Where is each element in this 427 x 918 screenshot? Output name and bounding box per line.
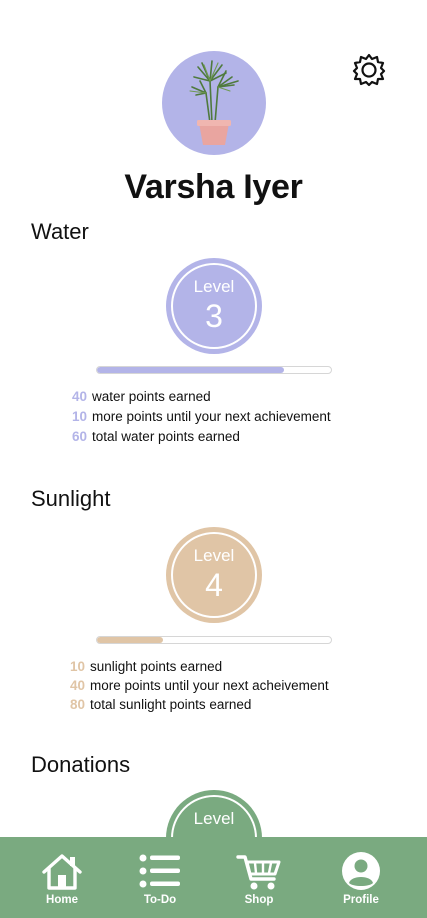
nav-shop-label: Shop [244,894,274,906]
nav-home-label: Home [46,894,78,906]
avatar [162,51,266,155]
water-level-word: Level [193,277,235,296]
water-stat-total: 60 total water points earned [72,429,240,444]
sunlight-stat-total: 80 total sunlight points earned [70,697,252,712]
water-stat-earned: 40 water points earned [72,389,211,404]
sunlight-level-badge: Level 4 [166,527,262,623]
donations-level-word: Level [193,809,235,828]
sunlight-level-word: Level [193,546,235,565]
home-icon [42,854,82,890]
sunlight-progress-fill [97,637,163,643]
nav-profile-label: Profile [343,894,379,906]
cart-icon [236,855,281,890]
gear-icon [352,53,386,87]
sunlight-progress-bar [96,636,332,644]
nav-home[interactable]: Home [17,837,107,918]
profile-name: Varsha Iyer [124,168,303,206]
nav-todo-label: To-Do [143,894,177,906]
water-progress-bar [96,366,332,374]
sunlight-stat-earned: 10 sunlight points earned [70,659,223,674]
water-level-number: 3 [205,298,223,334]
water-progress-fill [97,367,285,373]
list-icon [139,854,180,888]
donations-section-title: Donations [31,752,131,777]
nav-todo[interactable]: To-Do [115,837,205,918]
user-circle-icon [342,852,380,890]
water-stat-next: 10 more points until your next achievemen… [72,409,331,424]
water-section-title: Water [31,219,89,244]
sunlight-stat-next: 40 more points until your next acheivemen… [70,678,329,693]
sunlight-level-number: 4 [205,567,223,603]
water-level-badge: Level 3 [166,258,262,354]
settings-button[interactable] [351,52,387,88]
nav-profile[interactable]: Profile [316,837,406,918]
nav-shop[interactable]: Shop [214,837,304,918]
sunlight-section-title: Sunlight [31,486,111,511]
potted-plant-icon [189,60,239,145]
bottom-nav: Home To-Do Shop Profile [0,837,427,918]
